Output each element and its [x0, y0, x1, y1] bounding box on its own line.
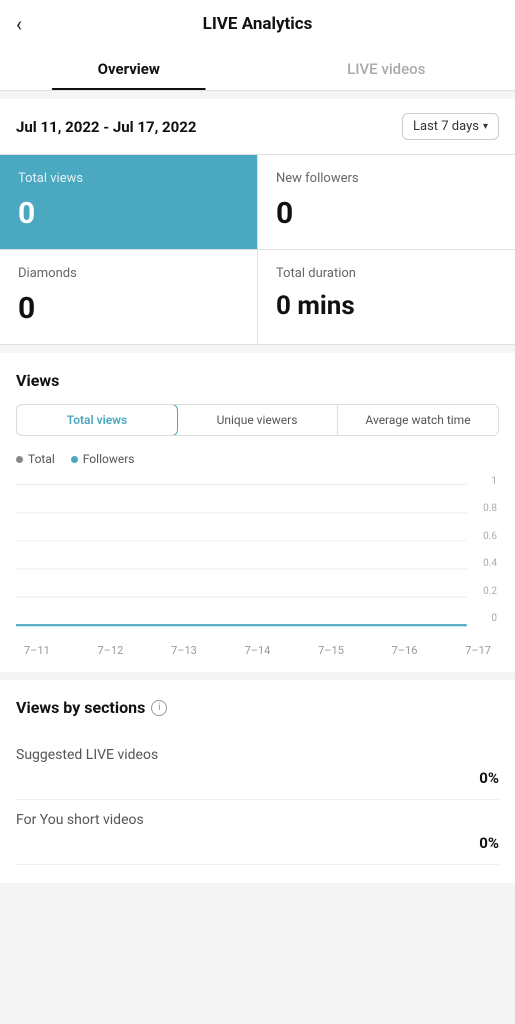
stat-value-new-followers: 0: [276, 196, 497, 231]
chart-x-labels: 7–11 7–12 7–13 7–14 7–15 7–16 7–17: [16, 640, 499, 657]
chevron-down-icon: ▾: [483, 121, 488, 132]
section-label-for-you-short: For You short videos: [16, 812, 499, 828]
sections-title-row: Views by sections i: [16, 698, 499, 717]
chart-area: 1 0.8 0.6 0.4 0.2 0 7–11 7–12 7–13 7–14 …: [16, 476, 499, 656]
y-label-06: 0.6: [483, 531, 497, 542]
section-value-for-you-short: 0%: [16, 834, 499, 852]
date-range-label: Jul 11, 2022 - Jul 17, 2022: [16, 118, 196, 136]
stat-card-total-duration[interactable]: Total duration 0 mins: [258, 250, 515, 344]
x-label-711: 7–11: [24, 644, 50, 657]
info-icon[interactable]: i: [151, 700, 167, 716]
date-dropdown-label: Last 7 days: [413, 119, 479, 134]
x-label-716: 7–16: [392, 644, 418, 657]
back-button[interactable]: ‹: [16, 12, 22, 36]
y-label-1: 1: [483, 476, 497, 487]
stat-label-total-views: Total views: [18, 171, 239, 186]
stat-label-new-followers: New followers: [276, 171, 497, 186]
x-label-715: 7–15: [318, 644, 344, 657]
x-label-717: 7–17: [465, 644, 491, 657]
chart-y-labels: 1 0.8 0.6 0.4 0.2 0: [483, 476, 499, 624]
stat-card-new-followers[interactable]: New followers 0: [258, 155, 515, 249]
legend-followers: Followers: [71, 452, 135, 466]
stat-value-total-views: 0: [18, 196, 239, 231]
legend-dot-total: [16, 456, 23, 463]
chart-section: Views Total views Unique viewers Average…: [0, 353, 515, 672]
legend-total: Total: [16, 452, 55, 466]
chart-tab-total-views[interactable]: Total views: [16, 404, 178, 436]
chart-tab-avg-watch-time[interactable]: Average watch time: [338, 405, 498, 435]
legend-label-followers: Followers: [83, 452, 135, 466]
chart-svg: [16, 476, 499, 636]
page-title: LIVE Analytics: [203, 14, 313, 34]
date-dropdown[interactable]: Last 7 days ▾: [402, 113, 499, 140]
legend-dot-followers: [71, 456, 78, 463]
y-label-02: 0.2: [483, 586, 497, 597]
section-row-for-you-short: For You short videos 0%: [16, 800, 499, 865]
section-value-suggested-live: 0%: [16, 769, 499, 787]
stat-card-total-views[interactable]: Total views 0: [0, 155, 257, 249]
stat-value-diamonds: 0: [18, 291, 239, 326]
legend-label-total: Total: [28, 452, 55, 466]
x-label-714: 7–14: [245, 644, 271, 657]
tab-overview[interactable]: Overview: [0, 48, 258, 90]
y-label-0: 0: [483, 613, 497, 624]
stat-label-diamonds: Diamonds: [18, 266, 239, 281]
y-label-08: 0.8: [483, 503, 497, 514]
section-row-suggested-live: Suggested LIVE videos 0%: [16, 735, 499, 800]
stat-label-total-duration: Total duration: [276, 266, 497, 281]
date-bar: Jul 11, 2022 - Jul 17, 2022 Last 7 days …: [0, 99, 515, 154]
stats-grid: Total views 0 New followers 0 Diamonds 0…: [0, 154, 515, 345]
x-label-713: 7–13: [171, 644, 197, 657]
stat-card-diamonds[interactable]: Diamonds 0: [0, 250, 257, 344]
tab-bar: Overview LIVE videos: [0, 48, 515, 91]
views-by-sections-card: Views by sections i Suggested LIVE video…: [0, 680, 515, 883]
chart-tab-unique-viewers[interactable]: Unique viewers: [177, 405, 338, 435]
chart-tab-bar: Total views Unique viewers Average watch…: [16, 404, 499, 436]
section-label-suggested-live: Suggested LIVE videos: [16, 747, 499, 763]
x-label-712: 7–12: [98, 644, 124, 657]
header: ‹ LIVE Analytics: [0, 0, 515, 48]
chart-section-title: Views: [16, 371, 499, 390]
y-label-04: 0.4: [483, 558, 497, 569]
sections-title: Views by sections: [16, 698, 145, 717]
stat-value-total-duration: 0 mins: [276, 291, 497, 321]
chart-legend: Total Followers: [16, 452, 499, 466]
tab-live-videos[interactable]: LIVE videos: [258, 48, 515, 90]
